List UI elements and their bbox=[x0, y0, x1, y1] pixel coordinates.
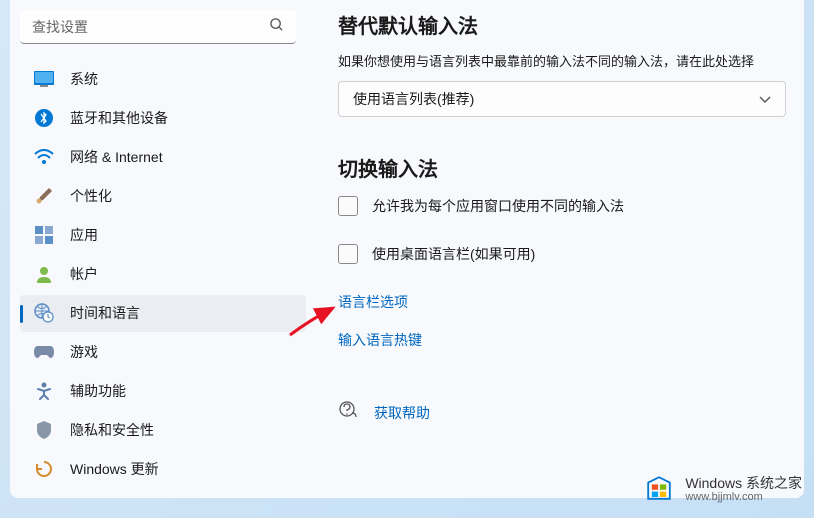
sidebar-item-label: 隐私和安全性 bbox=[70, 420, 154, 440]
default-ime-dropdown[interactable]: 使用语言列表(推荐) bbox=[338, 81, 786, 117]
sidebar-item-label: 系统 bbox=[70, 69, 98, 89]
update-icon bbox=[34, 459, 54, 479]
accessibility-icon bbox=[34, 381, 54, 401]
system-icon bbox=[34, 69, 54, 89]
watermark-title: Windows 系统之家 bbox=[685, 473, 802, 493]
sidebar-item-update[interactable]: Windows 更新 bbox=[20, 451, 306, 488]
help-row: 获取帮助 bbox=[338, 400, 780, 425]
checkbox-per-app[interactable] bbox=[338, 196, 358, 216]
link-get-help[interactable]: 获取帮助 bbox=[374, 403, 430, 423]
sidebar-item-label: 帐户 bbox=[70, 264, 98, 284]
bluetooth-icon bbox=[34, 108, 54, 128]
sidebar-item-label: 游戏 bbox=[70, 342, 98, 362]
sidebar-item-label: Windows 更新 bbox=[70, 459, 159, 479]
sidebar-item-accessibility[interactable]: 辅助功能 bbox=[20, 373, 306, 410]
sidebar-item-bluetooth[interactable]: 蓝牙和其他设备 bbox=[20, 99, 306, 136]
link-input-hotkeys[interactable]: 输入语言热键 bbox=[338, 330, 780, 350]
search-icon bbox=[269, 17, 284, 37]
link-language-bar-options[interactable]: 语言栏选项 bbox=[338, 292, 780, 312]
search-box bbox=[20, 10, 296, 44]
sidebar-item-gaming[interactable]: 游戏 bbox=[20, 334, 306, 371]
gamepad-icon bbox=[34, 342, 54, 362]
section-title-default-ime: 替代默认输入法 bbox=[338, 10, 780, 39]
shield-icon bbox=[34, 420, 54, 440]
content-area: 替代默认输入法 如果你想使用与语言列表中最靠前的输入法不同的输入法，请在此处选择… bbox=[310, 0, 804, 498]
checkbox-row-per-app: 允许我为每个应用窗口使用不同的输入法 bbox=[338, 196, 780, 216]
sidebar-item-label: 蓝牙和其他设备 bbox=[70, 108, 168, 128]
wifi-icon bbox=[34, 147, 54, 167]
checkbox-lang-bar[interactable] bbox=[338, 244, 358, 264]
sidebar-item-apps[interactable]: 应用 bbox=[20, 216, 306, 253]
help-icon bbox=[338, 400, 358, 425]
section-title-switch-ime: 切换输入法 bbox=[338, 153, 780, 182]
sidebar-item-label: 个性化 bbox=[70, 186, 112, 206]
sidebar-item-system[interactable]: 系统 bbox=[20, 60, 306, 97]
brush-icon bbox=[34, 186, 54, 206]
watermark: Windows 系统之家 www.bjjmlv.com bbox=[641, 470, 802, 506]
sidebar-item-time-language[interactable]: 时间和语言 bbox=[20, 295, 306, 332]
sidebar-item-personalization[interactable]: 个性化 bbox=[20, 177, 306, 214]
windows-logo-icon bbox=[641, 470, 677, 506]
section-desc: 如果你想使用与语言列表中最靠前的输入法不同的输入法，请在此处选择 bbox=[338, 53, 780, 71]
checkbox-label: 允许我为每个应用窗口使用不同的输入法 bbox=[372, 196, 624, 216]
globe-clock-icon bbox=[34, 303, 54, 323]
chevron-down-icon bbox=[759, 91, 771, 107]
sidebar-item-label: 辅助功能 bbox=[70, 381, 126, 401]
person-icon bbox=[34, 264, 54, 284]
checkbox-row-lang-bar: 使用桌面语言栏(如果可用) bbox=[338, 244, 780, 264]
settings-window: 系统 蓝牙和其他设备 网络 & Internet 个性化 应用 bbox=[10, 0, 804, 498]
sidebar-item-label: 应用 bbox=[70, 225, 98, 245]
checkbox-label: 使用桌面语言栏(如果可用) bbox=[372, 244, 535, 264]
sidebar-item-label: 时间和语言 bbox=[70, 303, 140, 323]
dropdown-value: 使用语言列表(推荐) bbox=[353, 89, 474, 109]
apps-icon bbox=[34, 225, 54, 245]
sidebar-item-label: 网络 & Internet bbox=[70, 147, 163, 167]
sidebar: 系统 蓝牙和其他设备 网络 & Internet 个性化 应用 bbox=[10, 0, 310, 498]
sidebar-item-accounts[interactable]: 帐户 bbox=[20, 255, 306, 292]
sidebar-item-network[interactable]: 网络 & Internet bbox=[20, 138, 306, 175]
search-input[interactable] bbox=[20, 10, 296, 44]
sidebar-item-privacy[interactable]: 隐私和安全性 bbox=[20, 412, 306, 449]
